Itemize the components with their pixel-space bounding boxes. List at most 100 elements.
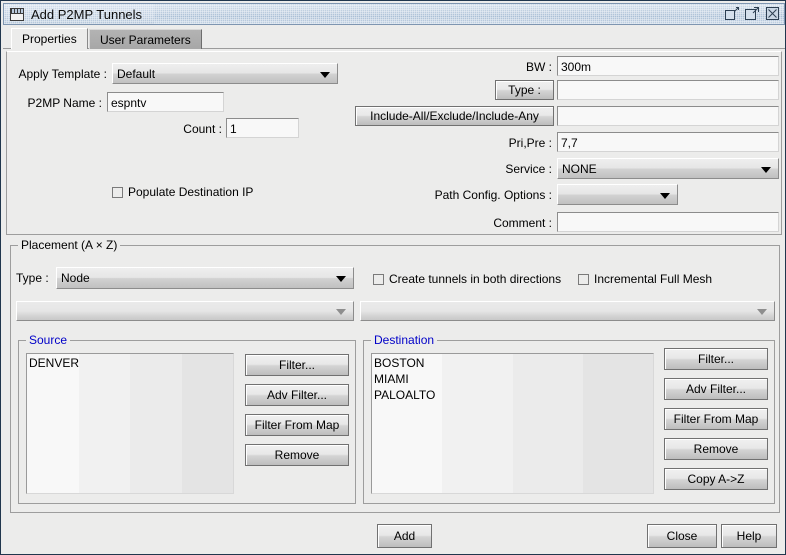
chevron-down-icon bbox=[761, 167, 771, 173]
list-item[interactable]: MIAMI bbox=[374, 371, 653, 387]
source-adv-filter-button[interactable]: Adv Filter... bbox=[245, 384, 349, 406]
chevron-down-icon bbox=[757, 309, 767, 315]
destination-list-items: BOSTON MIAMI PALOALTO bbox=[372, 354, 653, 403]
placement-left-filter-combo[interactable] bbox=[16, 301, 354, 321]
populate-destination-ip-label: Populate Destination IP bbox=[128, 185, 253, 199]
bw-input[interactable]: 300m bbox=[557, 56, 779, 76]
destination-list[interactable]: BOSTON MIAMI PALOALTO bbox=[371, 353, 654, 494]
bw-label-text: BW : bbox=[526, 60, 552, 74]
apply-template-value: Default bbox=[117, 67, 155, 81]
source-remove-label: Remove bbox=[275, 448, 320, 462]
destination-adv-filter-label: Adv Filter... bbox=[686, 382, 746, 396]
footer-bar: Add Close Help bbox=[6, 517, 782, 551]
window-icon bbox=[10, 8, 24, 21]
pri-pre-label: Pri,Pre : bbox=[427, 136, 552, 150]
window-controls bbox=[725, 6, 780, 21]
service-combo[interactable]: NONE bbox=[557, 158, 779, 179]
comment-label: Comment : bbox=[427, 216, 552, 230]
include-exclude-label: Include-All/Exclude/Include-Any bbox=[370, 109, 539, 123]
help-button[interactable]: Help bbox=[721, 524, 777, 548]
destination-remove-label: Remove bbox=[694, 442, 739, 456]
count-value: 1 bbox=[230, 122, 237, 136]
chevron-down-icon bbox=[336, 276, 346, 282]
both-directions-checkbox[interactable]: Create tunnels in both directions bbox=[373, 272, 561, 286]
close-button-label: Close bbox=[667, 529, 698, 543]
path-config-options-label: Path Config. Options : bbox=[407, 188, 552, 202]
checkbox-box bbox=[373, 274, 384, 285]
source-list-bands bbox=[27, 354, 233, 493]
chevron-down-icon bbox=[336, 309, 346, 315]
chevron-down-icon bbox=[660, 193, 670, 199]
apply-template-label: Apply Template : bbox=[7, 67, 107, 81]
type-button-label: Type : bbox=[508, 83, 541, 97]
source-filter-from-map-button[interactable]: Filter From Map bbox=[245, 414, 349, 436]
close-button-footer[interactable]: Close bbox=[647, 524, 717, 548]
destination-copy-a-to-z-button[interactable]: Copy A->Z bbox=[664, 468, 768, 490]
destination-filter-from-map-button[interactable]: Filter From Map bbox=[664, 408, 768, 430]
source-filter-button[interactable]: Filter... bbox=[245, 354, 349, 376]
include-exclude-input[interactable] bbox=[557, 106, 779, 126]
p2mp-name-input[interactable]: espntv bbox=[107, 92, 224, 112]
placement-group-title: Placement (A × Z) bbox=[18, 238, 120, 252]
placement-type-combo[interactable]: Node bbox=[56, 267, 354, 289]
tab-properties[interactable]: Properties bbox=[11, 28, 88, 49]
destination-adv-filter-button[interactable]: Adv Filter... bbox=[664, 378, 768, 400]
destination-remove-button[interactable]: Remove bbox=[664, 438, 768, 460]
tab-user-parameters[interactable]: User Parameters bbox=[89, 29, 202, 49]
maximize-button[interactable] bbox=[745, 6, 760, 21]
destination-filter-label: Filter... bbox=[698, 352, 734, 366]
pri-pre-input[interactable]: 7,7 bbox=[557, 132, 779, 152]
destination-filter-from-map-label: Filter From Map bbox=[674, 412, 759, 426]
destination-copy-a-to-z-label: Copy A->Z bbox=[687, 472, 744, 486]
add-button-label: Add bbox=[394, 529, 415, 543]
checkbox-box bbox=[112, 187, 123, 198]
type-button[interactable]: Type : bbox=[495, 80, 554, 100]
tab-properties-label: Properties bbox=[22, 32, 77, 46]
both-directions-label: Create tunnels in both directions bbox=[389, 272, 561, 286]
incremental-full-mesh-label: Incremental Full Mesh bbox=[594, 272, 712, 286]
source-filter-from-map-label: Filter From Map bbox=[255, 418, 340, 432]
restore-button[interactable] bbox=[725, 6, 740, 21]
add-p2mp-tunnels-window: Add P2MP Tunnels bbox=[0, 0, 786, 555]
content-panel: Apply Template : Default P2MP Name : esp… bbox=[3, 48, 785, 554]
bw-value: 300m bbox=[561, 60, 591, 74]
pri-pre-value: 7,7 bbox=[561, 136, 578, 150]
comment-input[interactable] bbox=[557, 212, 779, 232]
list-item[interactable]: DENVER bbox=[29, 355, 233, 371]
chevron-down-icon bbox=[320, 72, 330, 78]
apply-template-combo[interactable]: Default bbox=[112, 63, 338, 84]
count-input[interactable]: 1 bbox=[226, 118, 299, 138]
list-item[interactable]: BOSTON bbox=[374, 355, 653, 371]
close-button[interactable] bbox=[765, 6, 780, 21]
checkbox-box bbox=[578, 274, 589, 285]
type-input[interactable] bbox=[557, 80, 779, 100]
source-filter-label: Filter... bbox=[279, 358, 315, 372]
window-title: Add P2MP Tunnels bbox=[31, 7, 142, 22]
placement-group: Placement (A × Z) Type : Node Create tun… bbox=[10, 245, 780, 513]
tab-strip: User Parameters Properties bbox=[3, 27, 785, 49]
destination-filter-button[interactable]: Filter... bbox=[664, 348, 768, 370]
include-exclude-button[interactable]: Include-All/Exclude/Include-Any bbox=[355, 106, 554, 126]
source-group: Source DENVER Filter... Adv Filter... Fi… bbox=[18, 340, 356, 504]
tab-user-parameters-label: User Parameters bbox=[100, 33, 191, 47]
properties-panel: Apply Template : Default P2MP Name : esp… bbox=[6, 51, 782, 235]
source-list-items: DENVER bbox=[27, 354, 233, 371]
populate-destination-ip-checkbox[interactable]: Populate Destination IP bbox=[112, 185, 253, 199]
source-list[interactable]: DENVER bbox=[26, 353, 234, 494]
bw-label[interactable]: BW : bbox=[427, 60, 552, 74]
p2mp-name-label: P2MP Name : bbox=[7, 96, 102, 110]
placement-type-value: Node bbox=[61, 271, 90, 285]
placement-right-filter-combo[interactable] bbox=[360, 301, 775, 321]
help-button-label: Help bbox=[737, 529, 762, 543]
source-group-title: Source bbox=[26, 333, 70, 347]
path-config-options-combo[interactable] bbox=[557, 184, 678, 205]
destination-group-title: Destination bbox=[371, 333, 437, 347]
list-item[interactable]: PALOALTO bbox=[374, 387, 653, 403]
incremental-full-mesh-checkbox[interactable]: Incremental Full Mesh bbox=[578, 272, 712, 286]
count-label: Count : bbox=[167, 122, 222, 136]
source-remove-button[interactable]: Remove bbox=[245, 444, 349, 466]
title-bar[interactable]: Add P2MP Tunnels bbox=[3, 3, 785, 25]
add-button[interactable]: Add bbox=[377, 524, 432, 548]
p2mp-name-value: espntv bbox=[111, 96, 146, 110]
source-adv-filter-label: Adv Filter... bbox=[267, 388, 327, 402]
